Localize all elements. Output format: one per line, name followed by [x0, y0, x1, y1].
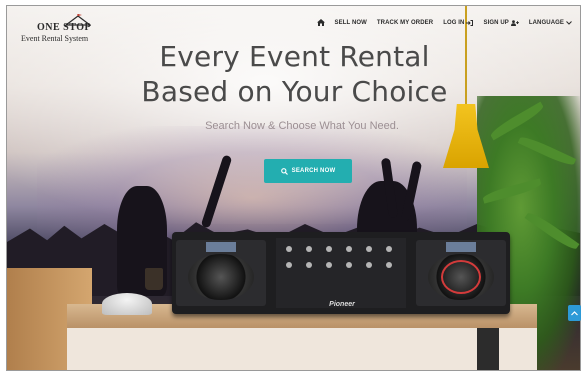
mixer-knob	[286, 246, 292, 252]
nav-track-order[interactable]: TRACK MY ORDER	[377, 20, 433, 26]
search-icon	[280, 167, 288, 175]
mug-image	[145, 268, 163, 290]
mixer-knob	[326, 246, 332, 252]
search-now-button[interactable]: SEARCH NOW	[264, 159, 352, 183]
search-now-label: SEARCH NOW	[291, 168, 336, 174]
plant-leaf	[524, 209, 580, 253]
mixer	[276, 238, 406, 308]
user-plus-icon	[510, 19, 519, 26]
jog-wheel-ring	[441, 260, 481, 294]
hero-title: Every Event Rental Based on Your Choice	[7, 39, 580, 109]
nav-login[interactable]: LOG IN	[443, 19, 474, 26]
mixer-knob	[346, 262, 352, 268]
main-nav: SELL NOW TRACK MY ORDER LOG IN SIGN UP L…	[316, 19, 572, 26]
mixer-knob	[326, 262, 332, 268]
plant-leaf	[517, 133, 577, 169]
nav-signup[interactable]: SIGN UP	[483, 19, 519, 26]
scroll-to-top-button[interactable]	[568, 305, 581, 321]
sign-in-icon	[466, 19, 474, 26]
hero-title-line2: Based on Your Choice	[141, 75, 448, 108]
mixer-knob	[386, 262, 392, 268]
nav-sell-now[interactable]: SELL NOW	[335, 20, 367, 26]
nav-language-label: LANGUAGE	[528, 19, 564, 26]
mixer-knob	[306, 246, 312, 252]
speaker-dome	[102, 293, 152, 315]
table-front	[67, 328, 537, 370]
dj-brand-logo: Pioneer	[329, 301, 355, 308]
nav-login-label: LOG IN	[443, 19, 465, 26]
nav-signup-label: SIGN UP	[483, 19, 509, 26]
nav-home[interactable]	[316, 19, 325, 26]
plant-leaf	[481, 178, 543, 204]
hero-title-line1: Every Event Rental	[159, 40, 430, 73]
left-deck	[176, 240, 266, 306]
mixer-knob	[346, 246, 352, 252]
mixer-knob	[366, 262, 372, 268]
jog-wheel	[188, 254, 254, 300]
right-deck	[416, 240, 506, 306]
nav-language[interactable]: LANGUAGE	[529, 20, 572, 26]
chevron-up-icon	[571, 310, 578, 315]
chevron-down-icon	[566, 20, 572, 25]
page-frame: Pioneer ONE STOP Event Rental System SEL…	[6, 5, 581, 371]
hero-subtitle: Search Now & Choose What You Need.	[205, 120, 399, 132]
mixer-knob	[386, 246, 392, 252]
mixer-knob	[286, 262, 292, 268]
dj-controller-image: Pioneer	[172, 232, 510, 314]
home-icon	[316, 19, 325, 26]
mixer-knob	[366, 246, 372, 252]
mixer-knob	[306, 262, 312, 268]
deck-screen	[446, 242, 476, 252]
table-leg	[477, 328, 499, 370]
deck-screen	[206, 242, 236, 252]
logo-title: ONE STOP	[37, 22, 92, 33]
